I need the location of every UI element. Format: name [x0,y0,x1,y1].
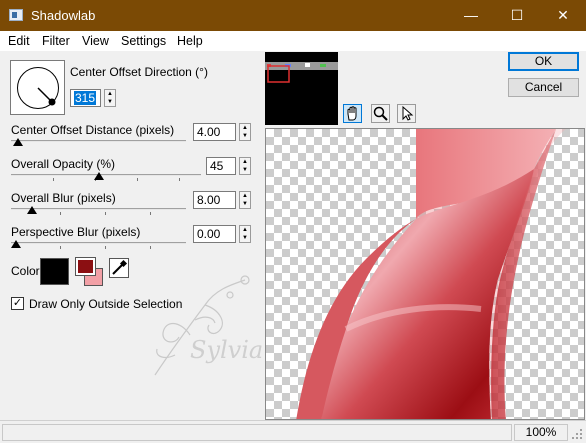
blur-slider-track[interactable] [11,208,186,210]
slider-tick [53,178,54,181]
spin-down-icon[interactable]: ▼ [240,132,250,140]
outside-selection-checkbox[interactable]: ✓ [11,297,24,310]
slider-tick [150,212,151,215]
pointer-tool[interactable] [397,104,416,123]
navigator-preview-image [265,52,338,125]
menu-edit[interactable]: Edit [8,34,30,48]
cancel-button[interactable]: Cancel [508,78,579,97]
perspective-input[interactable]: 0.00 [193,225,236,243]
slider-tick [105,246,106,249]
distance-slider-track[interactable] [11,140,186,142]
checkmark-icon: ✓ [12,297,23,309]
shadow-color-swatch[interactable] [40,258,69,285]
direction-input[interactable]: 315 [70,89,101,107]
zoom-tool[interactable] [371,104,390,123]
eyedropper-button[interactable] [109,258,129,278]
blur-label: Overall Blur (pixels) [11,191,116,205]
spin-up-icon[interactable]: ▲ [240,158,250,166]
menu-view[interactable]: View [82,34,109,48]
perspective-slider-thumb[interactable] [11,240,21,248]
menu-settings[interactable]: Settings [121,34,166,48]
spin-down-icon[interactable]: ▼ [240,200,250,208]
resize-grip-icon[interactable] [572,429,584,441]
direction-value: 315 [74,91,97,105]
perspective-label: Perspective Blur (pixels) [11,225,141,239]
maximize-button[interactable]: ☐ [494,0,540,31]
navigator-thumbnail[interactable] [265,52,338,125]
pan-tool[interactable] [343,104,362,123]
distance-label: Center Offset Distance (pixels) [11,123,175,137]
spin-down-icon[interactable]: ▼ [105,98,115,106]
dial-pointer-icon [37,87,56,106]
blur-slider-thumb[interactable] [27,206,37,214]
watermark-flourish-icon [154,275,250,376]
status-bar: 100% [0,420,586,443]
distance-spinner[interactable]: ▲ ▼ [239,123,251,141]
menu-filter[interactable]: Filter [42,34,70,48]
zoom-icon [373,106,388,121]
primary-color-swatch[interactable] [75,257,96,276]
eyedropper-icon [112,259,128,275]
slider-tick [60,212,61,215]
blur-spinner[interactable]: ▲ ▼ [239,191,251,209]
color-label: Color [11,264,40,278]
close-button[interactable]: ✕ [540,0,586,31]
perspective-spinner[interactable]: ▲ ▼ [239,225,251,243]
opacity-label: Overall Opacity (%) [11,157,116,171]
slider-tick [60,246,61,249]
status-pane-main [2,424,512,441]
spin-up-icon[interactable]: ▲ [240,226,250,234]
ok-button[interactable]: OK [508,52,579,71]
distance-input[interactable]: 4.00 [193,123,236,141]
spin-up-icon[interactable]: ▲ [240,192,250,200]
blur-input[interactable]: 8.00 [193,191,236,209]
window-title: Shadowlab [31,8,96,23]
direction-dial[interactable] [10,60,65,115]
minimize-button[interactable]: — [448,0,494,31]
spin-down-icon[interactable]: ▼ [240,234,250,242]
distance-slider-thumb[interactable] [13,138,23,146]
spin-up-icon[interactable]: ▲ [105,90,115,98]
app-icon [9,9,23,21]
slider-tick [179,178,180,181]
preview-canvas[interactable] [265,128,585,420]
arrow-pointer-icon [402,105,414,121]
slider-tick [105,212,106,215]
spin-up-icon[interactable]: ▲ [240,124,250,132]
spin-down-icon[interactable]: ▼ [240,166,250,174]
slider-tick [137,178,138,181]
opacity-spinner[interactable]: ▲ ▼ [239,157,251,175]
hand-icon [347,106,357,121]
perspective-slider-track[interactable] [11,242,186,244]
opacity-slider-track[interactable] [11,174,201,176]
preview-ribbon-image [296,129,566,419]
direction-label: Center Offset Direction (°) [70,65,208,79]
zoom-level: 100% [514,424,568,441]
direction-spinner[interactable]: ▲ ▼ [104,89,116,107]
menu-help[interactable]: Help [177,34,203,48]
slider-tick [150,246,151,249]
opacity-slider-thumb[interactable] [94,172,104,180]
opacity-input[interactable]: 45 [206,157,236,175]
menu-bar: Edit Filter View Settings Help [0,31,586,51]
title-bar: Shadowlab — ☐ ✕ [0,0,586,31]
